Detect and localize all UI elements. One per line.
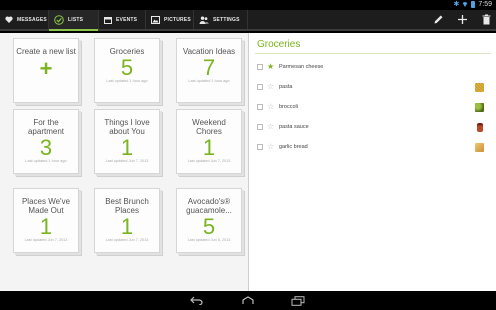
card-title: Avocado's® guacamole...	[186, 197, 232, 215]
item-thumbnail	[475, 102, 484, 112]
item-checkbox[interactable]	[257, 64, 263, 70]
card-count: 1	[39, 214, 53, 239]
app-navbar: MESSAGES LISTS EVENTS PICTURES SETTINGS	[0, 10, 496, 31]
list-card[interactable]: Things I love about You 1 Last updated J…	[94, 109, 160, 174]
tab-label: PICTURES	[164, 16, 191, 23]
star-icon[interactable]: ☆	[267, 143, 275, 151]
check-circle-icon	[54, 14, 64, 25]
tab-label: MESSAGES	[17, 16, 47, 23]
list-card[interactable]: Vacation Ideas 7 Last updated 1 hour ago	[176, 38, 242, 103]
recents-icon[interactable]	[291, 295, 305, 306]
tab-label: SETTINGS	[213, 16, 240, 23]
divider	[255, 53, 491, 54]
card-updated: Last updated 1 hour ago	[188, 79, 230, 83]
home-icon[interactable]	[241, 295, 255, 306]
tab-messages[interactable]: MESSAGES	[0, 10, 49, 29]
star-icon[interactable]: ☆	[267, 123, 275, 131]
status-bar: ✱ 7:59	[0, 0, 496, 10]
star-icon[interactable]: ☆	[267, 83, 275, 91]
card-updated: Last updated 1 hour ago	[106, 79, 148, 83]
calendar-icon	[104, 16, 112, 24]
list-card[interactable]: Places We've Made Out 1 Last updated Jun…	[13, 188, 79, 253]
card-updated: Last updated Jun 5, 2013	[187, 238, 231, 242]
item-checkbox[interactable]	[257, 124, 263, 130]
card-updated: Last updated Jun 7, 2013	[105, 159, 149, 163]
list-card[interactable]: For the apartment 3 Last updated 1 hour …	[13, 109, 79, 174]
star-icon[interactable]: ★	[267, 63, 275, 71]
item-label: Parmesan cheese	[279, 64, 324, 70]
card-title: Things I love about You	[104, 118, 150, 136]
action-bar	[432, 10, 492, 29]
tab-pictures[interactable]: PICTURES	[146, 10, 194, 29]
list-card[interactable]: Weekend Chores 1 Last updated Jun 7, 201…	[176, 109, 242, 174]
back-icon[interactable]	[190, 295, 204, 306]
system-nav-bar	[0, 291, 496, 310]
create-list-card[interactable]: Create a new list +	[13, 38, 79, 103]
item-label: broccoli	[279, 104, 298, 110]
list-item[interactable]: ☆ garlic bread	[257, 142, 490, 152]
item-label: pasta sauce	[279, 124, 309, 130]
bluetooth-icon: ✱	[453, 1, 460, 8]
star-icon[interactable]: ☆	[267, 103, 275, 111]
item-thumbnail	[475, 142, 484, 152]
list-card[interactable]: Groceries 5 Last updated 1 hour ago	[94, 38, 160, 103]
card-count: 1	[120, 214, 134, 239]
tab-label: EVENTS	[116, 16, 138, 23]
lists-grid: Create a new list + Groceries 5 Last upd…	[0, 33, 249, 291]
people-icon	[199, 16, 209, 24]
list-detail: Groceries ★ Parmesan cheese ☆ pasta ☆ br…	[250, 33, 496, 291]
plus-icon[interactable]	[456, 14, 468, 26]
card-title: Create a new list	[16, 47, 76, 56]
card-title: Weekend Chores	[192, 118, 226, 136]
heart-icon	[5, 16, 13, 23]
plus-icon: +	[39, 56, 53, 81]
list-card[interactable]: Avocado's® guacamole... 5 Last updated J…	[176, 188, 242, 253]
card-title: For the apartment	[27, 118, 65, 136]
card-title: Best Brunch Places	[105, 197, 149, 215]
list-card[interactable]: Best Brunch Places 1 Last updated Jun 7,…	[94, 188, 160, 253]
item-checkbox[interactable]	[257, 84, 263, 90]
item-label: pasta	[279, 84, 293, 90]
picture-icon	[151, 15, 160, 24]
card-updated: Last updated Jun 7, 2013	[105, 238, 149, 242]
list-item[interactable]: ☆ pasta sauce	[257, 122, 490, 132]
card-title: Places We've Made Out	[21, 197, 71, 215]
item-label: garlic bread	[279, 144, 308, 150]
card-count: 5	[202, 214, 216, 239]
list-item[interactable]: ★ Parmesan cheese	[257, 62, 496, 72]
item-thumbnail	[475, 82, 484, 92]
trash-icon[interactable]	[480, 14, 492, 26]
tab-events[interactable]: EVENTS	[99, 10, 146, 29]
tab-settings[interactable]: SETTINGS	[194, 10, 248, 29]
clock: 7:59	[478, 1, 492, 8]
list-item[interactable]: ☆ broccoli	[257, 102, 490, 112]
item-thumbnail	[477, 122, 483, 132]
item-checkbox[interactable]	[257, 104, 263, 110]
tab-lists[interactable]: LISTS	[49, 10, 99, 31]
list-item[interactable]: ☆ pasta	[257, 82, 490, 92]
card-count: 1	[120, 135, 134, 160]
card-count: 5	[120, 55, 134, 80]
card-count: 3	[39, 135, 53, 160]
card-updated: Last updated 1 hour ago	[25, 159, 67, 163]
item-checkbox[interactable]	[257, 144, 263, 150]
card-updated: Last updated Jun 7, 2013	[187, 159, 231, 163]
battery-icon	[471, 1, 476, 8]
card-count: 1	[202, 135, 216, 160]
tab-label: LISTS	[68, 16, 84, 23]
wifi-icon	[462, 2, 469, 7]
tab-bar: MESSAGES LISTS EVENTS PICTURES SETTINGS	[0, 10, 496, 31]
list-title: Groceries	[257, 39, 301, 50]
pencil-icon[interactable]	[432, 14, 444, 26]
main-content: Create a new list + Groceries 5 Last upd…	[0, 33, 496, 291]
card-updated: Last updated Jun 7, 2013	[24, 238, 68, 242]
card-count: 7	[202, 55, 216, 80]
